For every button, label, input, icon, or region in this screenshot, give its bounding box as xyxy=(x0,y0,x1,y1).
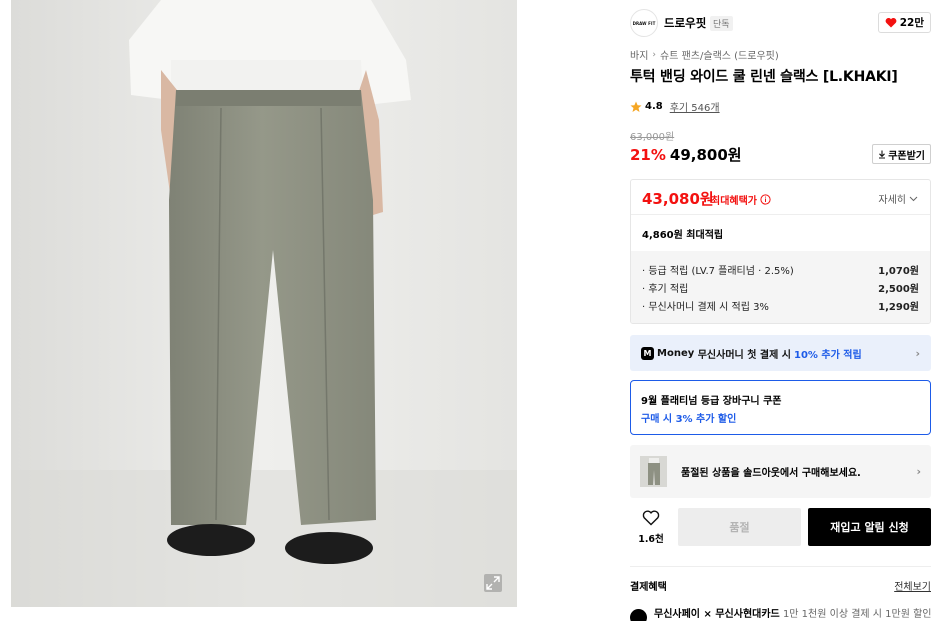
max-benefit-price: 43,080원 xyxy=(642,190,714,208)
max-points-total: 4,860원 최대적립 xyxy=(642,230,724,241)
points-label: · 무신사머니 결제 시 적립 3% xyxy=(642,301,769,313)
grade-coupon-title: 9월 플래티넘 등급 장바구니 쿠폰 xyxy=(641,396,782,407)
max-benefit-label-text: 최대혜택가 xyxy=(711,196,757,207)
points-amount: 2,500원 xyxy=(878,283,919,295)
purchase-actions: 1.6천 품절 재입고 알림 신청 xyxy=(630,508,931,546)
soldout-market-banner[interactable]: 품절된 상품을 솔드아웃에서 구매해보세요. › xyxy=(630,445,931,498)
chevron-right-icon: › xyxy=(652,49,657,60)
review-count-link[interactable]: 후기 546개 xyxy=(670,99,720,114)
payment-view-all-link[interactable]: 전체보기 xyxy=(894,578,931,593)
points-row: · 무신사머니 결제 시 적립 3% 1,290원 xyxy=(642,296,919,314)
card-icon xyxy=(630,609,647,621)
points-row: · 후기 적립 2,500원 xyxy=(642,278,919,296)
product-photo-illustration xyxy=(11,0,517,607)
rating: 4.8 후기 546개 xyxy=(630,99,720,114)
discount-rate: 21% xyxy=(630,146,666,164)
sale-price: 49,800원 xyxy=(669,146,742,164)
payment-benefits-heading: 결제혜택 xyxy=(630,582,667,593)
chevron-down-icon xyxy=(909,196,918,201)
max-benefit-header: 43,080원 최대혜택가 자세히 xyxy=(631,180,930,215)
brand-like-count: 22만 xyxy=(899,17,924,29)
grade-coupon-subtitle: 구매 시 3% 추가 할인 xyxy=(641,414,737,425)
product-thumbnail xyxy=(640,456,667,487)
points-amount: 1,070원 xyxy=(878,265,919,277)
breadcrumb-item[interactable]: 바지 xyxy=(630,47,648,62)
brand-name[interactable]: 드로우핏 xyxy=(664,15,706,31)
exclusive-badge: 단독 xyxy=(710,16,733,31)
points-row: · 등급 적립 (LV.7 플래티넘 · 2.5%) 1,070원 xyxy=(642,260,919,278)
chevron-right-icon: › xyxy=(916,465,921,478)
points-label: · 등급 적립 (LV.7 플래티넘 · 2.5%) xyxy=(642,265,794,277)
points-amount: 1,290원 xyxy=(878,301,919,313)
download-icon xyxy=(879,150,886,159)
payment-benefit-desc: 1만 1천원 이상 결제 시 1만원 할인 xyxy=(782,609,932,620)
breadcrumb: 바지 › 슈트 팬츠/슬랙스 (드로우핏) xyxy=(630,47,779,63)
money-brand: Money xyxy=(657,347,695,359)
zoom-icon[interactable] xyxy=(483,573,503,593)
max-benefit-label: 최대혜택가 xyxy=(711,192,771,207)
money-banner-text: 무신사머니 첫 결제 시 xyxy=(697,349,791,361)
heart-icon xyxy=(885,18,897,28)
info-icon[interactable] xyxy=(760,194,771,205)
star-icon xyxy=(630,101,642,112)
restock-alert-button[interactable]: 재입고 알림 신청 xyxy=(808,508,931,546)
benefit-detail-label: 자세히 xyxy=(878,195,906,206)
wishlist-count: 1.6천 xyxy=(638,534,664,545)
price-row: 21% 49,800원 xyxy=(630,144,742,165)
points-breakdown: · 등급 적립 (LV.7 플래티넘 · 2.5%) 1,070원 · 후기 적… xyxy=(631,251,930,323)
wishlist-button[interactable]: 1.6천 xyxy=(636,510,666,545)
get-coupon-label: 쿠폰받기 xyxy=(888,150,925,162)
musinsa-money-banner[interactable]: M Money 무신사머니 첫 결제 시 10% 추가 적립 › xyxy=(630,335,931,371)
product-image[interactable] xyxy=(11,0,517,607)
max-benefit-box: 43,080원 최대혜택가 자세히 4,860원 최대적립 · 등급 적립 (L… xyxy=(630,179,931,324)
grade-coupon-card[interactable]: 9월 플래티넘 등급 장바구니 쿠폰 구매 시 3% 추가 할인 xyxy=(630,380,931,435)
money-banner-highlight: 10% 추가 적립 xyxy=(793,349,862,361)
brand-row: DRAW FIT 드로우핏 단독 22만 xyxy=(630,9,931,37)
heart-outline-icon xyxy=(642,510,660,526)
product-info-panel: DRAW FIT 드로우핏 단독 22만 바지 › 슈트 팬츠/슬랙스 (드로우… xyxy=(630,0,932,621)
points-label: · 후기 적립 xyxy=(642,283,689,295)
divider xyxy=(630,566,931,567)
soldout-banner-text: 품절된 상품을 솔드아웃에서 구매해보세요. xyxy=(681,468,861,479)
original-price: 63,000원 xyxy=(630,132,675,143)
benefit-detail-toggle[interactable]: 자세히 xyxy=(878,191,918,206)
musinsa-money-logo-icon: M xyxy=(641,346,654,360)
product-title: 투턱 밴딩 와이드 쿨 린넨 슬랙스 [L.KHAKI] xyxy=(630,69,898,85)
rating-score: 4.8 xyxy=(645,101,663,112)
soldout-button: 품절 xyxy=(678,508,801,546)
payment-benefit-title: 무신사페이 × 무신사현대카드 xyxy=(654,609,780,620)
breadcrumb-item[interactable]: 슈트 팬츠/슬랙스 (드로우핏) xyxy=(660,47,779,62)
get-coupon-button[interactable]: 쿠폰받기 xyxy=(872,144,931,164)
brand-logo[interactable]: DRAW FIT xyxy=(630,9,658,37)
brand-like-button[interactable]: 22만 xyxy=(877,12,931,33)
chevron-right-icon: › xyxy=(915,346,920,360)
